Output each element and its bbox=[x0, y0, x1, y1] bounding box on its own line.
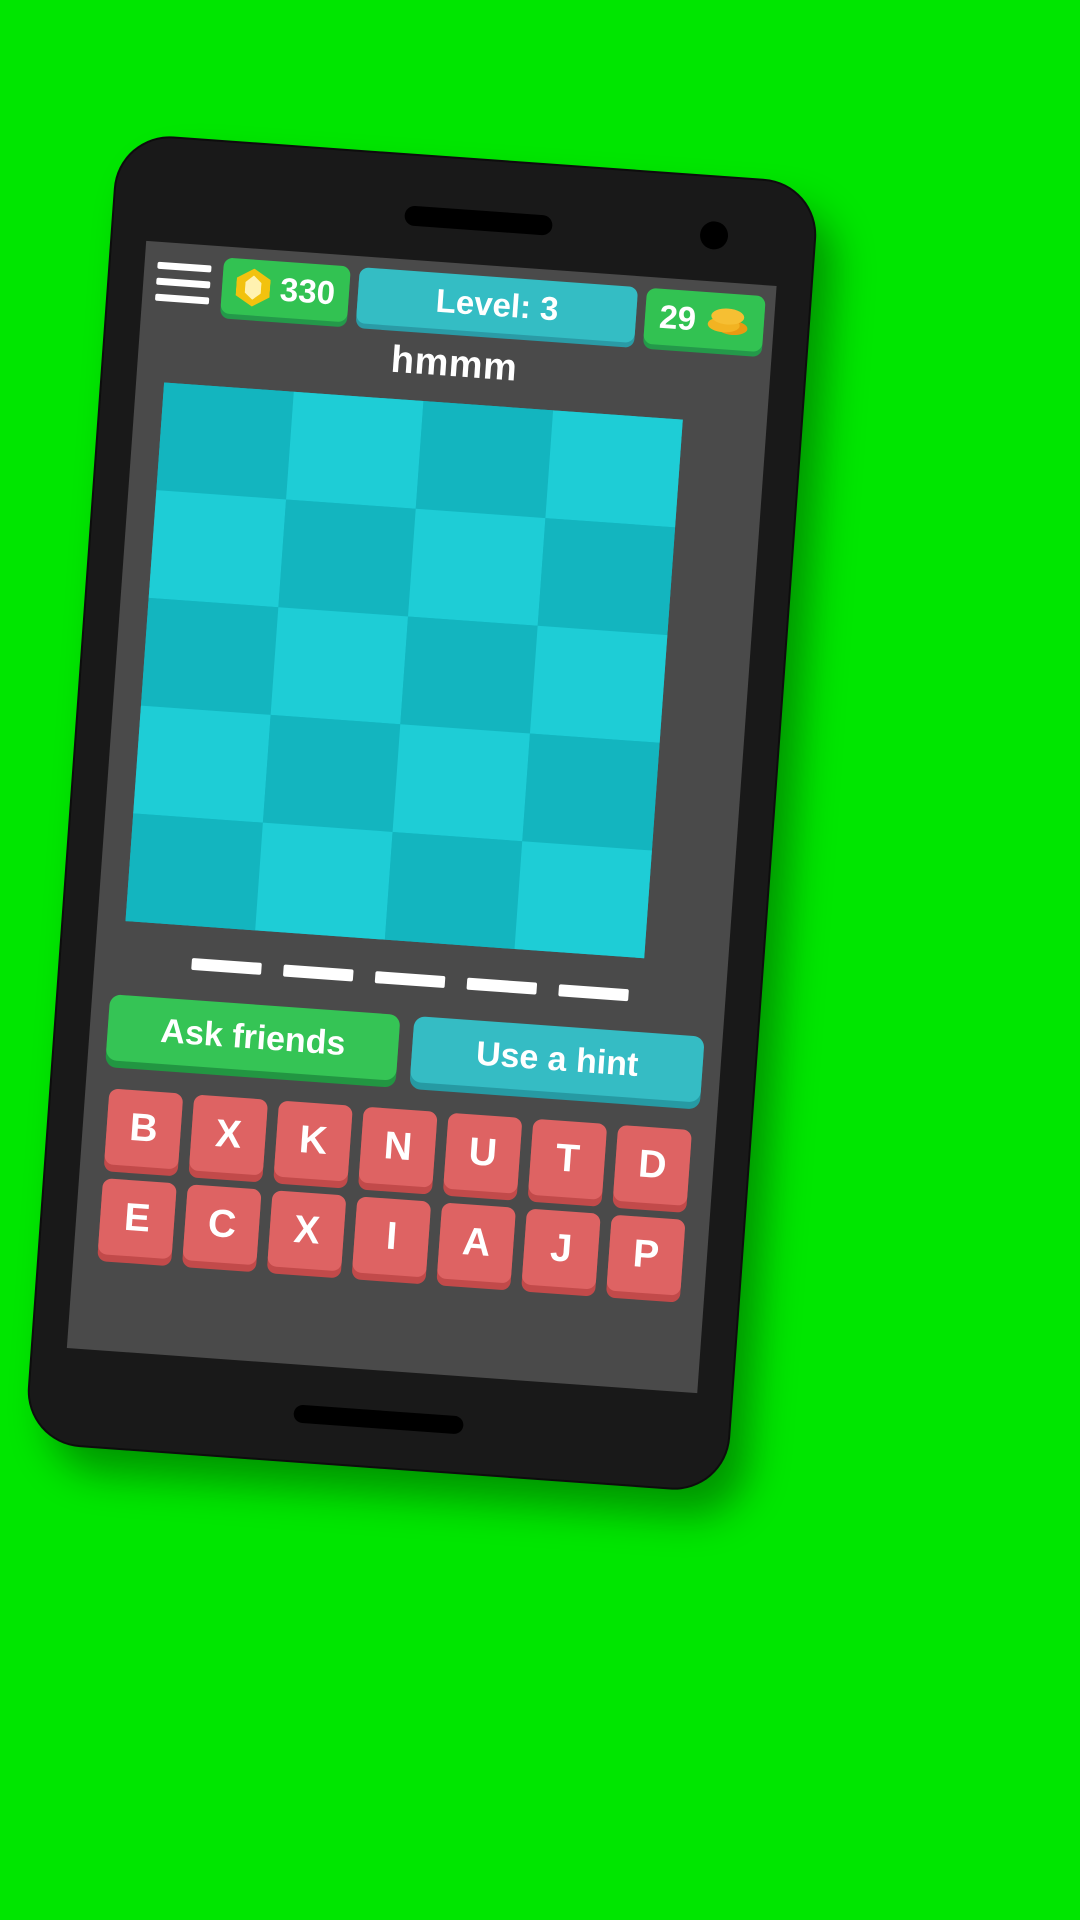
puzzle-tile bbox=[125, 813, 263, 931]
puzzle-tile bbox=[537, 518, 676, 636]
key-b[interactable]: B bbox=[104, 1088, 184, 1170]
coin-stack-icon bbox=[705, 303, 751, 340]
phone-device: 330 Level: 3 29 hmmm Ask friends Use a h… bbox=[26, 134, 818, 1492]
key-x[interactable]: X bbox=[188, 1094, 269, 1176]
key-i[interactable]: I bbox=[351, 1196, 432, 1278]
puzzle-tile bbox=[156, 382, 294, 500]
puzzle-tile bbox=[278, 499, 416, 617]
key-n[interactable]: N bbox=[358, 1106, 438, 1188]
menu-bar-1 bbox=[157, 261, 212, 273]
key-c[interactable]: C bbox=[182, 1184, 262, 1266]
key-a[interactable]: A bbox=[436, 1202, 517, 1284]
answer-slots bbox=[191, 957, 629, 1002]
phone-front-camera bbox=[699, 220, 730, 251]
answer-slot[interactable] bbox=[191, 957, 262, 975]
puzzle-tile bbox=[140, 597, 279, 715]
gems-count: 330 bbox=[278, 270, 337, 312]
puzzle-tile bbox=[514, 841, 652, 959]
answer-slot[interactable] bbox=[466, 977, 538, 995]
puzzle-tile bbox=[148, 490, 287, 608]
key-u[interactable]: U bbox=[443, 1112, 523, 1194]
key-x[interactable]: X bbox=[267, 1190, 347, 1272]
use-hint-button[interactable]: Use a hint bbox=[409, 1015, 705, 1103]
puzzle-tile bbox=[286, 391, 424, 509]
puzzle-image-grid[interactable] bbox=[125, 382, 683, 959]
puzzle-tile bbox=[392, 724, 530, 842]
key-j[interactable]: J bbox=[521, 1208, 601, 1290]
gem-icon bbox=[235, 267, 272, 307]
level-label: Level: 3 bbox=[434, 281, 560, 328]
menu-bar-3 bbox=[154, 293, 210, 304]
phone-home-button[interactable] bbox=[293, 1404, 464, 1435]
puzzle-tile bbox=[529, 625, 668, 743]
coins-count: 29 bbox=[658, 297, 698, 338]
puzzle-tile bbox=[255, 822, 393, 940]
app-screen: 330 Level: 3 29 hmmm Ask friends Use a h… bbox=[66, 240, 777, 1394]
key-e[interactable]: E bbox=[97, 1178, 177, 1260]
key-k[interactable]: K bbox=[273, 1100, 353, 1182]
puzzle-tile bbox=[415, 401, 554, 519]
letter-keyboard: BXKNUTDECXIAJP bbox=[82, 1087, 708, 1297]
coins-badge[interactable]: 29 bbox=[643, 287, 766, 353]
level-badge[interactable]: Level: 3 bbox=[355, 267, 639, 343]
action-button-row: Ask friends Use a hint bbox=[105, 994, 705, 1103]
phone-earpiece-speaker bbox=[403, 205, 554, 236]
key-t[interactable]: T bbox=[527, 1118, 608, 1200]
puzzle-tile bbox=[400, 616, 538, 734]
puzzle-tile bbox=[133, 705, 271, 823]
key-p[interactable]: P bbox=[606, 1214, 686, 1296]
menu-bar-2 bbox=[156, 277, 211, 288]
key-d[interactable]: D bbox=[612, 1124, 693, 1206]
puzzle-tile bbox=[522, 733, 660, 851]
puzzle-tile bbox=[545, 410, 683, 528]
puzzle-tile bbox=[408, 508, 546, 626]
ask-friends-button[interactable]: Ask friends bbox=[105, 994, 401, 1081]
gems-badge[interactable]: 330 bbox=[220, 257, 351, 323]
answer-slot[interactable] bbox=[282, 964, 354, 982]
puzzle-tile bbox=[384, 831, 523, 949]
hamburger-menu-icon[interactable] bbox=[151, 254, 215, 312]
puzzle-tile bbox=[270, 607, 409, 725]
answer-slot[interactable] bbox=[558, 984, 629, 1002]
answer-slot[interactable] bbox=[374, 971, 446, 989]
puzzle-tile bbox=[262, 714, 401, 832]
